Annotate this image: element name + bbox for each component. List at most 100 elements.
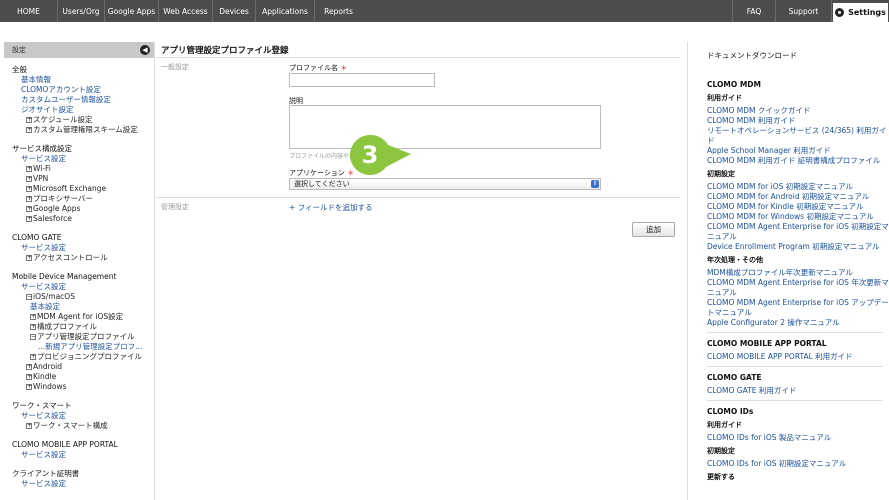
sidebar-item[interactable]: +Wi-Fi: [12, 164, 154, 174]
application-select[interactable]: 選択してください ⇕: [289, 178, 601, 190]
sidebar-item[interactable]: 基本情報: [12, 75, 154, 85]
sidebar-item[interactable]: +カスタム管理権限スキーム設定: [12, 125, 154, 135]
sidebar-item[interactable]: +VPN: [12, 174, 154, 184]
sidebar-item[interactable]: +Windows: [12, 382, 154, 392]
collapse-icon[interactable]: −: [30, 334, 36, 340]
section-divider: [707, 400, 883, 401]
expand-icon[interactable]: +: [30, 354, 36, 360]
doc-download-link[interactable]: CLOMO MDM Agent Enterprise for iOS アップデー…: [707, 298, 889, 318]
sidebar-item[interactable]: サービス設定: [12, 450, 154, 460]
description-textarea[interactable]: [289, 105, 601, 149]
sidebar-item[interactable]: +プロキシサーバー: [12, 194, 154, 204]
sidebar-item-label: Google Apps: [33, 204, 81, 213]
doc-download-link[interactable]: CLOMO MDM for Windows 初期設定マニュアル: [707, 212, 889, 222]
sidebar-item[interactable]: サービス設定: [12, 479, 154, 489]
sidebar-item[interactable]: +Salesforce: [12, 214, 154, 224]
doc-download-link[interactable]: CLOMO MDM for Android 初期設定マニュアル: [707, 192, 889, 202]
doc-download-link[interactable]: CLOMO MDM for Kindle 初期設定マニュアル: [707, 202, 889, 212]
expand-icon[interactable]: +: [26, 384, 32, 390]
sidebar-item[interactable]: +Android: [12, 362, 154, 372]
sidebar-item[interactable]: サービス設定: [12, 243, 154, 253]
doc-download-link[interactable]: CLOMO GATE 利用ガイド: [707, 386, 889, 396]
sidebar-item[interactable]: +構成プロファイル: [12, 322, 154, 332]
sidebar-item[interactable]: +ワーク・スマート構成: [12, 421, 154, 431]
nav-devices[interactable]: Devices: [213, 0, 256, 22]
collapse-icon[interactable]: −: [26, 294, 32, 300]
expand-icon[interactable]: +: [26, 196, 32, 202]
settings-label: Settings: [848, 8, 886, 17]
doc-download-link[interactable]: CLOMO MOBILE APP PORTAL 利用ガイド: [707, 352, 889, 362]
sidebar-item[interactable]: +アクセスコントロール: [12, 253, 154, 263]
sidebar-item[interactable]: ...新規アプリ管理設定プロフ...: [12, 342, 154, 352]
section-divider: [156, 197, 680, 198]
expand-icon[interactable]: +: [26, 216, 32, 222]
doc-download-link[interactable]: CLOMO IDs for iOS 製品マニュアル: [707, 433, 889, 443]
sidebar-item[interactable]: サービス設定: [12, 154, 154, 164]
expand-icon[interactable]: +: [26, 166, 32, 172]
sidebar-item[interactable]: サービス設定: [12, 411, 154, 421]
sidebar-item[interactable]: +Microsoft Exchange: [12, 184, 154, 194]
profile-name-input[interactable]: [289, 73, 435, 87]
doc-download-link[interactable]: CLOMO MDM Agent Enterprise for iOS 初期設定マ…: [707, 222, 889, 242]
doc-download-link[interactable]: Device Enrollment Program 初期設定マニュアル: [707, 242, 889, 252]
expand-icon[interactable]: +: [26, 364, 32, 370]
nav-users-org[interactable]: Users/Org: [58, 0, 105, 22]
application-label: アプリケーション ＊: [289, 168, 354, 178]
expand-icon[interactable]: +: [26, 255, 32, 261]
doc-download-link[interactable]: リモートオペレーションサービス (24/365) 利用ガイド: [707, 126, 889, 146]
doc-download-link[interactable]: CLOMO MDM Agent Enterprise for iOS 年次更新マ…: [707, 278, 889, 298]
sidebar-item[interactable]: −アプリ管理設定プロファイル: [12, 332, 154, 342]
expand-icon[interactable]: +: [26, 127, 32, 133]
sidebar-item[interactable]: +MDM Agent for iOS設定: [12, 312, 154, 322]
sidebar-group: 全般 基本情報 CLOMOアカウント設定 カスタムユーザー情報設定 ジオサイト設定 +スケ…: [4, 64, 154, 135]
expand-icon[interactable]: +: [26, 117, 32, 123]
nav-home[interactable]: HOME: [0, 0, 58, 22]
nav-web-access[interactable]: Web Access: [159, 0, 213, 22]
sidebar-item-label: 構成プロファイル: [37, 322, 97, 331]
expand-icon[interactable]: +: [30, 324, 36, 330]
collapse-sidebar-icon[interactable]: ◀: [140, 45, 150, 55]
sidebar-item[interactable]: +Kindle: [12, 372, 154, 382]
expand-icon[interactable]: +: [26, 423, 32, 429]
profile-name-label: プロファイル名 ＊: [289, 63, 347, 73]
doc-download-link[interactable]: Apple Configurator 2 操作マニュアル: [707, 318, 889, 328]
expand-icon[interactable]: +: [26, 374, 32, 380]
expand-icon[interactable]: +: [26, 206, 32, 212]
sidebar-item[interactable]: 基本設定: [12, 302, 154, 312]
document-list: CLOMO MDM 利用ガイド CLOMO MDM クイックガイド CLOMO MDM…: [707, 79, 889, 483]
nav-support[interactable]: Support: [776, 0, 832, 22]
nav-reports[interactable]: Reports: [315, 0, 362, 22]
doc-subheading: 初期設定: [707, 170, 735, 178]
doc-download-link[interactable]: CLOMO IDs for iOS 初期設定マニュアル: [707, 459, 889, 469]
document-download-title: ドキュメントダウンロード: [707, 51, 797, 60]
sidebar-item[interactable]: +スケジュール設定: [12, 115, 154, 125]
sidebar-item[interactable]: +Google Apps: [12, 204, 154, 214]
general-settings-label: 一般設定: [161, 63, 189, 71]
doc-download-link[interactable]: CLOMO MDM 利用ガイド: [707, 116, 889, 126]
expand-icon[interactable]: +: [30, 314, 36, 320]
sidebar-item-label: MDM Agent for iOS設定: [37, 312, 124, 321]
expand-icon[interactable]: +: [26, 176, 32, 182]
sidebar-item[interactable]: サービス設定: [12, 282, 154, 292]
sidebar-item[interactable]: +プロビジョニングプロファイル: [12, 352, 154, 362]
nav-settings-tab[interactable]: Settings: [832, 2, 889, 22]
add-button[interactable]: 追加: [632, 222, 675, 237]
doc-download-link[interactable]: CLOMO MDM for iOS 初期設定マニュアル: [707, 182, 889, 192]
nav-faq[interactable]: FAQ: [732, 0, 776, 22]
sidebar-item[interactable]: CLOMOアカウント設定: [12, 85, 154, 95]
sidebar-item[interactable]: −iOS/macOS: [12, 292, 154, 302]
nav-google-apps[interactable]: Google Apps: [105, 0, 159, 22]
doc-download-link[interactable]: CLOMO MDM クイックガイド: [707, 106, 889, 116]
nav-applications[interactable]: Applications: [256, 0, 315, 22]
doc-download-link[interactable]: MDM構成プロファイル年次更新マニュアル: [707, 268, 889, 278]
doc-subheading: 利用ガイド: [707, 421, 742, 429]
sidebar-item-label: プロキシサーバー: [33, 194, 93, 203]
doc-download-link[interactable]: Apple School Manager 利用ガイド: [707, 146, 889, 156]
doc-download-link[interactable]: CLOMO MDM 利用ガイド 証明書構成プロファイル: [707, 156, 889, 166]
add-field-link[interactable]: + フィールドを追加する: [289, 202, 373, 213]
sidebar-group-title: CLOMO MOBILE APP PORTAL: [12, 440, 118, 449]
sidebar-group-title: Mobile Device Management: [12, 272, 117, 281]
sidebar-item[interactable]: カスタムユーザー情報設定: [12, 95, 154, 105]
sidebar-item[interactable]: ジオサイト設定: [12, 105, 154, 115]
expand-icon[interactable]: +: [26, 186, 32, 192]
